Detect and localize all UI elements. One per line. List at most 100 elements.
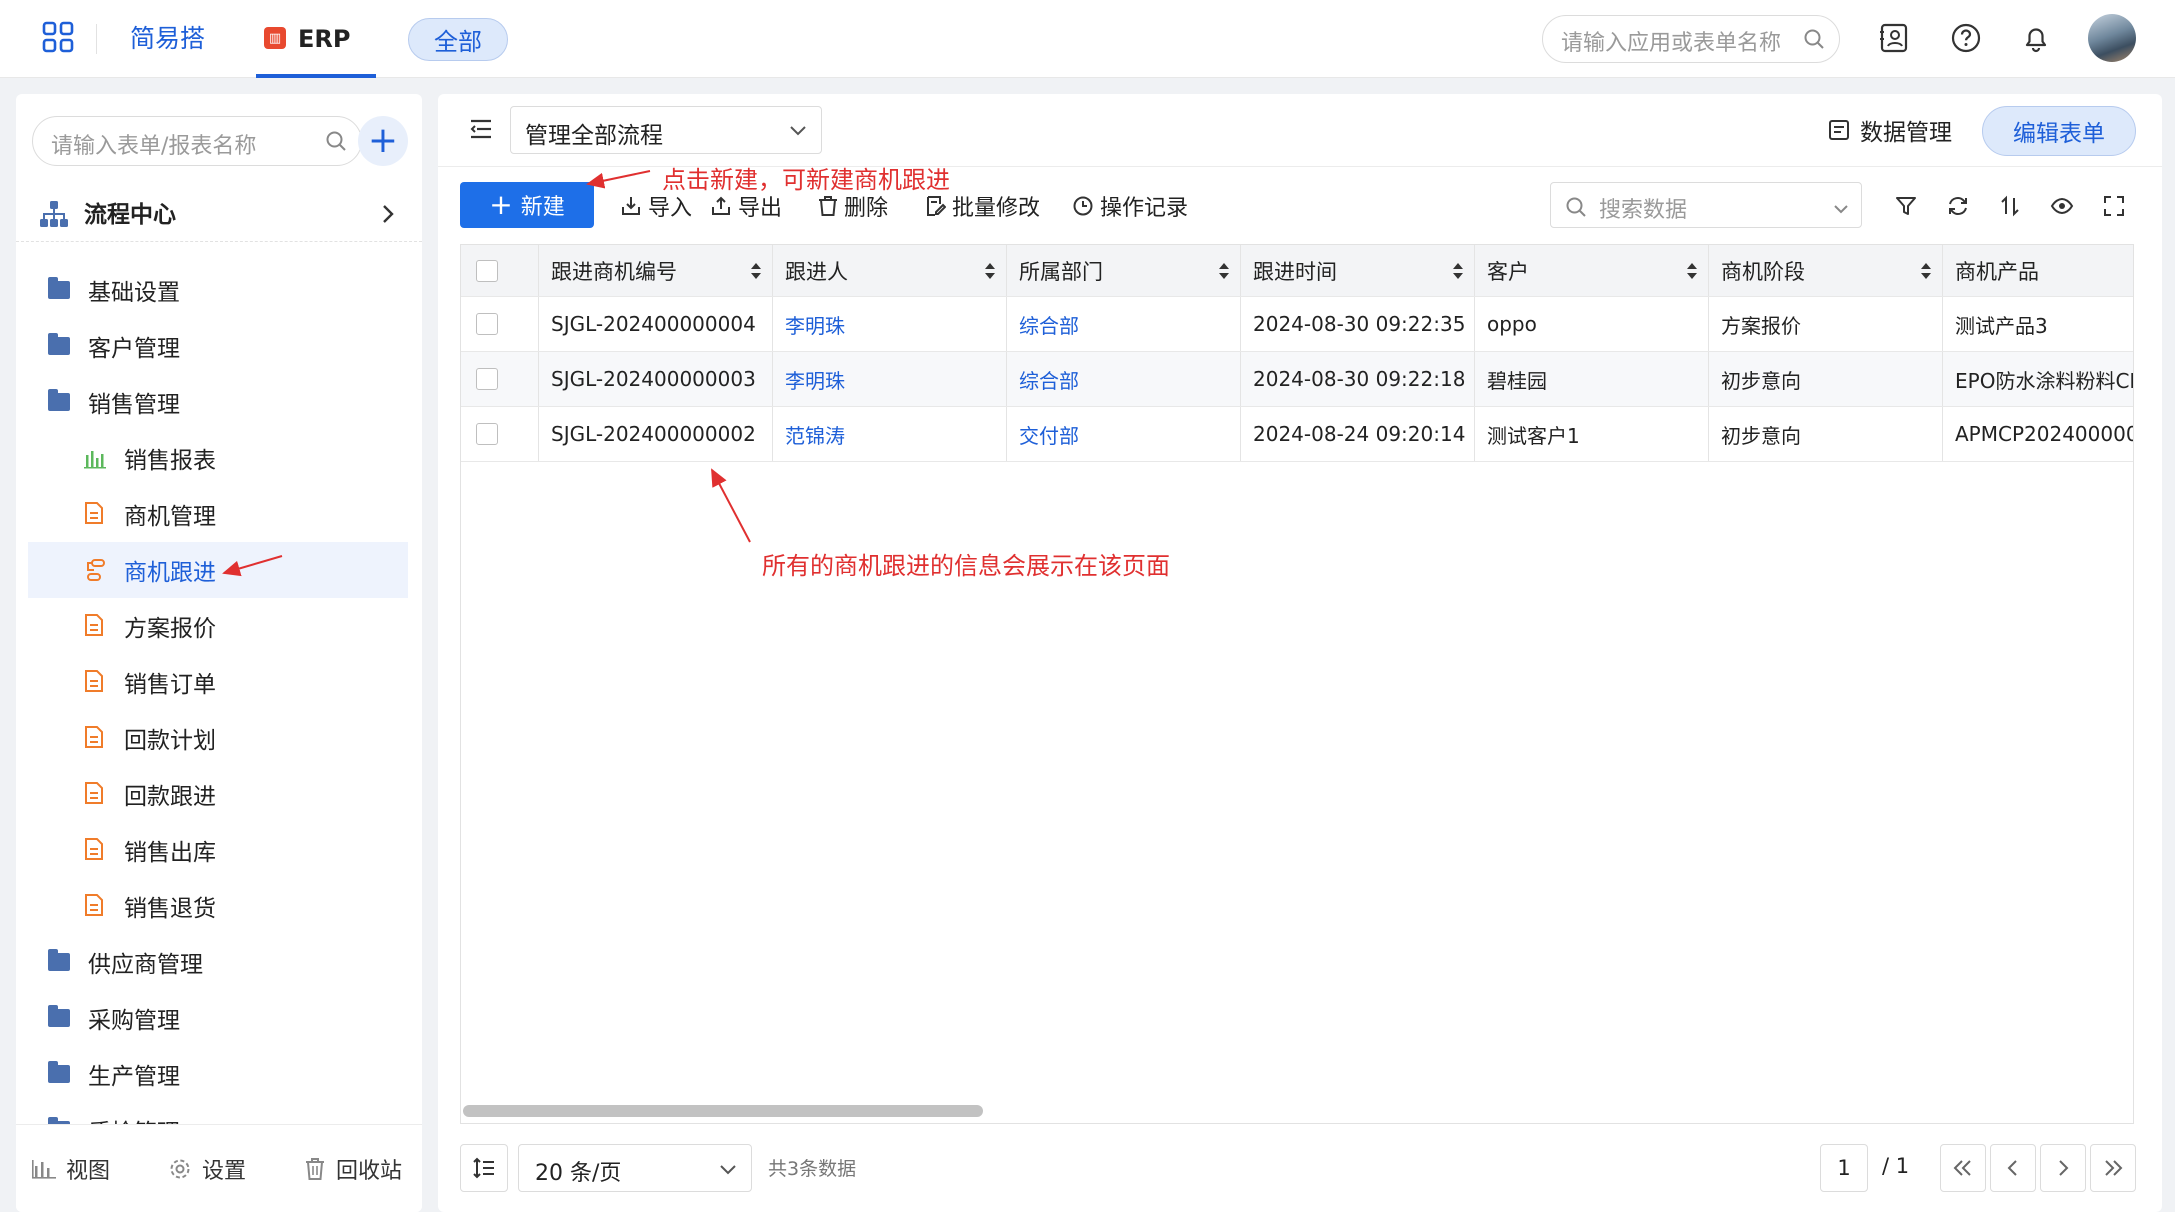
double-chevron-right-icon <box>2105 1160 2123 1176</box>
sidebar-item-sales-report[interactable]: 销售报表 <box>28 430 408 486</box>
flow-center-link[interactable]: 流程中心 <box>16 190 422 242</box>
folder-icon <box>48 1061 70 1083</box>
sidebar-item-quotation[interactable]: 方案报价 <box>28 598 408 654</box>
help-icon[interactable] <box>1950 22 1982 58</box>
row-height-icon[interactable] <box>460 1144 508 1192</box>
sidebar-item-production-mgmt[interactable]: 生产管理 <box>28 1046 408 1102</box>
sidebar-item-label: 销售报表 <box>124 448 216 474</box>
apps-grid-icon[interactable] <box>40 18 76 56</box>
sidebar-item-basic-settings[interactable]: 基础设置 <box>28 262 408 318</box>
table-row[interactable]: SJGL-202400000002 范锦涛 交付部 2024-08-24 09:… <box>461 407 2133 462</box>
last-page-button[interactable] <box>2090 1144 2136 1192</box>
column-header[interactable]: 跟进商机编号 <box>539 245 773 296</box>
table-cell: EPO防水涂料粉料CI <box>1955 368 2133 393</box>
filter-icon[interactable] <box>1894 194 1918 222</box>
divider <box>96 24 97 54</box>
data-search-input[interactable]: 搜索数据 <box>1550 182 1862 228</box>
flow-scope-select[interactable]: 管理全部流程 <box>510 106 822 154</box>
table-row[interactable]: SJGL-202400000003 李明珠 综合部 2024-08-30 09:… <box>461 352 2133 407</box>
table-cell-link[interactable]: 范锦涛 <box>773 407 1007 461</box>
form-icon <box>84 726 106 748</box>
contacts-icon[interactable] <box>1878 22 1910 58</box>
sort-icon[interactable] <box>1998 194 2022 222</box>
fullscreen-icon[interactable] <box>2102 194 2126 222</box>
edit-icon <box>927 196 946 216</box>
chevron-left-icon <box>2007 1160 2017 1176</box>
operation-log-button[interactable]: 操作记录 <box>1072 190 1188 222</box>
sidebar-item-label: 采购管理 <box>88 1008 180 1034</box>
settings-button[interactable]: 设置 <box>168 1153 246 1185</box>
sort-toggle-icon[interactable] <box>1218 261 1230 286</box>
page-size-select[interactable]: 20 条/页 <box>518 1144 752 1192</box>
add-form-button[interactable]: + <box>358 116 408 166</box>
table-row[interactable]: SJGL-202400000004 李明珠 综合部 2024-08-30 09:… <box>461 297 2133 352</box>
sidebar-item-sales-return[interactable]: 销售退货 <box>28 878 408 934</box>
edit-form-button[interactable]: 编辑表单 <box>1982 106 2136 156</box>
view-button[interactable]: 视图 <box>32 1153 110 1185</box>
table-cell-link[interactable]: 综合部 <box>1007 352 1241 406</box>
sort-toggle-icon[interactable] <box>1920 261 1932 286</box>
column-header-label: 所属部门 <box>1019 259 1103 284</box>
sidebar-item-label: 生产管理 <box>88 1064 180 1090</box>
sidebar-item-supplier-mgmt[interactable]: 供应商管理 <box>28 934 408 990</box>
sort-toggle-icon[interactable] <box>1686 261 1698 286</box>
app-name[interactable]: 简易搭 <box>130 22 205 56</box>
view-label: 视图 <box>66 1159 111 1184</box>
column-header[interactable]: 跟进人 <box>773 245 1007 296</box>
table-cell-link[interactable]: 李明珠 <box>773 352 1007 406</box>
sidebar: 请输入表单/报表名称 + 流程中心 基础设置 客户管理 销售管理 销售报表 商机… <box>16 94 422 1212</box>
table-header-row: 跟进商机编号 跟进人 所属部门 跟进时间 客户 商机阶段 商机产品 <box>461 245 2133 297</box>
new-record-button[interactable]: + 新建 <box>460 182 594 228</box>
sidebar-item-opportunity-mgmt[interactable]: 商机管理 <box>28 486 408 542</box>
sidebar-item-customer-mgmt[interactable]: 客户管理 <box>28 318 408 374</box>
table-cell: APMCP2024000000 <box>1955 422 2133 446</box>
table-cell: SJGL-202400000004 <box>539 297 773 351</box>
search-icon <box>1565 196 1587 222</box>
page-number-input[interactable]: 1 <box>1820 1144 1868 1192</box>
sidebar-item-purchase-mgmt[interactable]: 采购管理 <box>28 990 408 1046</box>
sidebar-item-payment-plan[interactable]: 回款计划 <box>28 710 408 766</box>
next-page-button[interactable] <box>2040 1144 2086 1192</box>
sidebar-item-sales-outbound[interactable]: 销售出库 <box>28 822 408 878</box>
select-all-checkbox[interactable] <box>476 259 498 282</box>
table-cell-link[interactable]: 交付部 <box>1007 407 1241 461</box>
notification-bell-icon[interactable] <box>2020 22 2052 58</box>
sort-toggle-icon[interactable] <box>1452 261 1464 286</box>
sidebar-item-sales-order[interactable]: 销售订单 <box>28 654 408 710</box>
chevron-right-icon <box>376 200 400 232</box>
eye-icon[interactable] <box>2050 194 2074 222</box>
sort-toggle-icon[interactable] <box>984 261 996 286</box>
row-checkbox[interactable] <box>476 368 498 390</box>
column-header[interactable]: 客户 <box>1475 245 1709 296</box>
recycle-bin-label: 回收站 <box>336 1159 403 1184</box>
column-header[interactable]: 商机阶段 <box>1709 245 1943 296</box>
column-header[interactable]: 跟进时间 <box>1241 245 1475 296</box>
recycle-bin-button[interactable]: 回收站 <box>304 1153 402 1185</box>
menu-toggle-icon[interactable] <box>468 116 494 146</box>
sidebar-item-opportunity-followup[interactable]: 商机跟进 <box>28 542 408 598</box>
column-header[interactable]: 商机产品 <box>1943 245 2133 296</box>
data-management-button[interactable]: 数据管理 <box>1828 108 1952 152</box>
table-cell: 2024-08-30 09:22:18 <box>1241 352 1475 406</box>
table-cell-link[interactable]: 综合部 <box>1007 297 1241 351</box>
sidebar-item-sales-mgmt[interactable]: 销售管理 <box>28 374 408 430</box>
search-icon <box>325 130 347 156</box>
table-cell-link[interactable]: 李明珠 <box>773 297 1007 351</box>
user-avatar[interactable] <box>2088 14 2136 62</box>
sidebar-item-payment-followup[interactable]: 回款跟进 <box>28 766 408 822</box>
form-search-input[interactable]: 请输入表单/报表名称 <box>32 116 362 166</box>
tab-erp[interactable]: ▥ ERP <box>256 0 376 78</box>
first-page-button[interactable] <box>1940 1144 1986 1192</box>
new-record-label: 新建 <box>520 195 565 220</box>
refresh-icon[interactable] <box>1946 194 1970 222</box>
prev-page-button[interactable] <box>1990 1144 2036 1192</box>
table-cell: 初步意向 <box>1709 352 1943 406</box>
all-apps-button[interactable]: 全部 <box>408 18 508 61</box>
sidebar-item-label: 商机跟进 <box>124 560 216 586</box>
sort-toggle-icon[interactable] <box>750 261 762 286</box>
row-checkbox[interactable] <box>476 423 498 445</box>
global-search-input[interactable]: 请输入应用或表单名称 <box>1542 15 1840 63</box>
horizontal-scrollbar[interactable] <box>463 1105 983 1117</box>
column-header[interactable]: 所属部门 <box>1007 245 1241 296</box>
row-checkbox[interactable] <box>476 313 498 335</box>
